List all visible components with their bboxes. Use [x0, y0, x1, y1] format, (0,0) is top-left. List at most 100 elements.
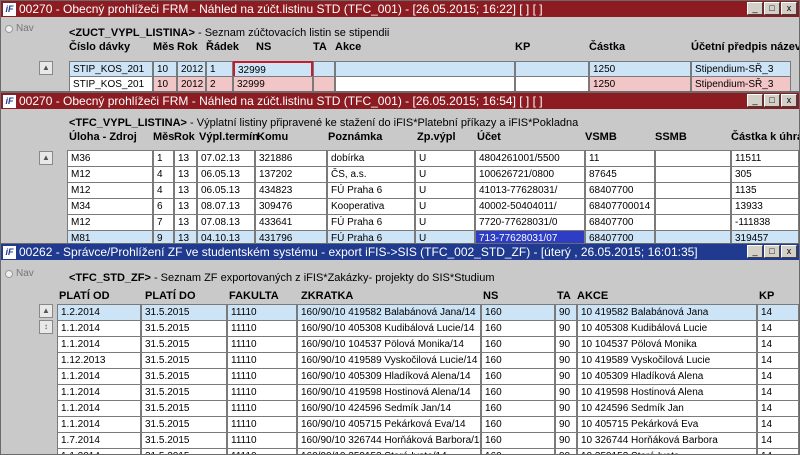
table-cell[interactable]: 90 [555, 400, 577, 417]
table-cell[interactable]: 11110 [227, 448, 297, 454]
table-cell[interactable]: 160 [481, 336, 555, 353]
table-cell[interactable]: 1.1.2014 [57, 320, 141, 337]
table-cell[interactable]: 10 419589 Vyskočilová Lucie [577, 352, 757, 369]
table-cell[interactable]: U [415, 166, 475, 183]
table-cell[interactable]: 11110 [227, 320, 297, 337]
table-cell[interactable]: 137202 [255, 166, 327, 183]
table-cell[interactable]: 160 [481, 400, 555, 417]
table-cell[interactable]: 31.5.2015 [141, 416, 227, 433]
table-cell[interactable]: 160 [481, 432, 555, 449]
table-cell[interactable]: 14 [757, 352, 799, 369]
table-cell[interactable]: 11110 [227, 304, 297, 321]
table-cell[interactable]: 1.2.2014 [57, 304, 141, 321]
table-cell[interactable]: dobírka [327, 150, 415, 167]
table-cell[interactable]: 160/90/10 326744 Horňáková Barbora/14 [297, 432, 481, 449]
table-cell[interactable]: 7720-77628031/0 [475, 214, 585, 231]
table-cell[interactable]: 433641 [255, 214, 327, 231]
table-cell[interactable]: 1.7.2014 [57, 432, 141, 449]
table-cell[interactable]: M12 [67, 214, 153, 231]
table-cell[interactable]: 1.1.2014 [57, 368, 141, 385]
table-cell[interactable]: 31.5.2015 [141, 384, 227, 401]
table-cell[interactable]: 14 [757, 400, 799, 417]
table-cell[interactable]: 160 [481, 368, 555, 385]
table-cell[interactable]: 160/90/10 419582 Balabánová Jana/14 [297, 304, 481, 321]
table-cell[interactable]: 90 [555, 368, 577, 385]
table-cell[interactable]: 160/90/10 405308 Kudibálová Lucie/14 [297, 320, 481, 337]
table-cell[interactable]: 07.02.13 [197, 150, 255, 167]
table-cell[interactable] [655, 198, 731, 215]
table-cell[interactable]: 41013-77628031/ [475, 182, 585, 199]
table-cell[interactable]: 4 [153, 166, 174, 183]
table-cell[interactable] [655, 182, 731, 199]
table-cell[interactable]: 160/90/10 405715 Pekárková Eva/14 [297, 416, 481, 433]
table-cell[interactable]: FÚ Praha 6 [327, 182, 415, 199]
table-cell[interactable]: STIP_KOS_201 [69, 76, 153, 91]
table-cell[interactable]: 90 [555, 448, 577, 454]
table-cell[interactable]: ČS, a.s. [327, 166, 415, 183]
table-cell[interactable]: 40002-50404011/ [475, 198, 585, 215]
table-cell[interactable]: 14 [757, 416, 799, 433]
minimize-icon[interactable]: _ [747, 2, 763, 15]
table-cell[interactable]: 10 326744 Horňáková Barbora [577, 432, 757, 449]
table-cell[interactable]: 11110 [227, 368, 297, 385]
minimize-icon[interactable]: _ [747, 245, 763, 258]
table-cell[interactable]: 10 405309 Hladíková Alena [577, 368, 757, 385]
table-cell[interactable]: 160 [481, 448, 555, 454]
table-cell[interactable]: 14 [757, 320, 799, 337]
table-cell[interactable]: 1.1.2014 [57, 384, 141, 401]
table-cell[interactable]: 10 419598 Hostinová Alena [577, 384, 757, 401]
table-cell[interactable]: 31.5.2015 [141, 448, 227, 454]
table-cell[interactable]: 1 [153, 150, 174, 167]
row-indicator-icon[interactable]: ▲ [39, 304, 53, 318]
table-cell[interactable]: 11511 [731, 150, 799, 167]
table-cell[interactable]: 31.5.2015 [141, 336, 227, 353]
table-cell[interactable]: 13 [174, 214, 197, 231]
minimize-icon[interactable]: _ [747, 94, 763, 107]
row-indicator-icon[interactable]: ↕ [39, 320, 53, 334]
table-cell[interactable]: 68407700014 [585, 198, 655, 215]
window-titlebar[interactable]: iF 00270 - Obecný prohlížeči FRM - Náhle… [1, 93, 799, 109]
table-cell[interactable]: 11110 [227, 432, 297, 449]
table-cell[interactable]: 160/90/10 419598 Hostinová Alena/14 [297, 384, 481, 401]
table-cell[interactable]: 2 [206, 76, 233, 91]
table-cell[interactable]: 100626721/0800 [475, 166, 585, 183]
table-cell[interactable]: M36 [67, 150, 153, 167]
table-cell[interactable]: 90 [555, 320, 577, 337]
table-cell[interactable] [655, 214, 731, 231]
close-icon[interactable]: x [781, 94, 797, 107]
table-cell[interactable]: 10 419582 Balabánová Jana [577, 304, 757, 321]
table-cell[interactable]: 14 [757, 384, 799, 401]
table-cell[interactable]: 32999 [233, 76, 313, 91]
table-cell[interactable]: 13 [174, 150, 197, 167]
table-cell[interactable]: 10 [153, 76, 177, 91]
table-cell[interactable]: 90 [555, 384, 577, 401]
table-cell[interactable]: 11110 [227, 336, 297, 353]
table-cell[interactable]: 10 405715 Pekárková Eva [577, 416, 757, 433]
table-cell[interactable]: -111838 [731, 214, 799, 231]
table-cell[interactable] [313, 76, 335, 91]
table-cell[interactable]: U [415, 182, 475, 199]
table-cell[interactable]: 11 [585, 150, 655, 167]
maximize-icon[interactable]: □ [764, 94, 780, 107]
table-cell[interactable]: 90 [555, 304, 577, 321]
table-cell[interactable]: 10 424596 Sedmík Jan [577, 400, 757, 417]
table-cell[interactable]: 1135 [731, 182, 799, 199]
table-cell[interactable]: 11110 [227, 400, 297, 417]
table-cell[interactable]: 160/90/10 104537 Pölová Monika/14 [297, 336, 481, 353]
table-cell[interactable]: 31.5.2015 [141, 400, 227, 417]
table-cell[interactable]: 87645 [585, 166, 655, 183]
nav-radio[interactable]: Nav [5, 23, 34, 34]
table-cell[interactable]: 14 [757, 368, 799, 385]
table-cell[interactable]: 10 359153 Stará Iveta [577, 448, 757, 454]
table-cell[interactable] [655, 150, 731, 167]
table-cell[interactable]: M34 [67, 198, 153, 215]
table-cell[interactable]: FÚ Praha 6 [327, 214, 415, 231]
table-cell[interactable]: 06.05.13 [197, 166, 255, 183]
table-cell[interactable]: 1.12.2013 [57, 352, 141, 369]
table-cell[interactable]: 321886 [255, 150, 327, 167]
table-cell[interactable]: M12 [67, 182, 153, 199]
table-cell[interactable]: 08.07.13 [197, 198, 255, 215]
table-cell[interactable]: 7 [153, 214, 174, 231]
table-cell[interactable]: U [415, 150, 475, 167]
table-cell[interactable]: 11110 [227, 416, 297, 433]
